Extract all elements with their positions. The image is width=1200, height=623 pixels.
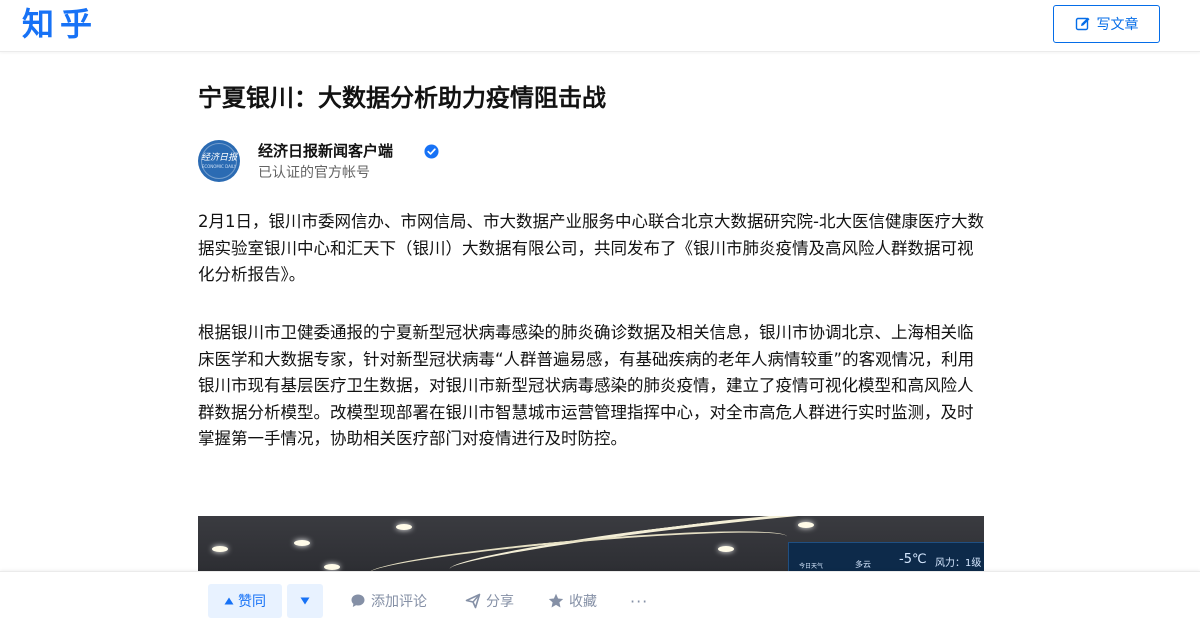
avatar-text: 经济日报 bbox=[200, 153, 237, 163]
more-options-button[interactable]: ··· bbox=[630, 584, 648, 618]
favorite-label: 收藏 bbox=[569, 594, 597, 610]
zhihu-logo[interactable]: 知乎 bbox=[22, 4, 98, 44]
triangle-up-icon bbox=[224, 597, 234, 605]
share-button[interactable]: 分享 bbox=[465, 584, 514, 618]
author-info: 经济日报 ECONOMIC DAILY 经济日报新闻客户端 已认证的官方帐号 bbox=[198, 140, 598, 184]
write-article-button[interactable]: 写文章 bbox=[1053, 5, 1160, 43]
favorite-button[interactable]: 收藏 bbox=[548, 584, 597, 618]
write-article-label: 写文章 bbox=[1096, 17, 1139, 33]
verified-badge-icon bbox=[424, 144, 439, 159]
photo-screen-label2: 多云 bbox=[855, 560, 871, 569]
photo-screen-temp: -5℃ bbox=[899, 552, 927, 567]
article-paragraph: 根据银川市卫健委通报的宁夏新型冠状病毒感染的肺炎确诊数据及相关信息，银川市协调北… bbox=[198, 323, 975, 448]
triangle-down-icon bbox=[300, 597, 310, 605]
author-description: 已认证的官方帐号 bbox=[258, 165, 370, 181]
article-paragraph: 2月1日，银川市委网信办、市网信局、市大数据产业服务中心联合北京大数据研究院-北… bbox=[198, 212, 984, 284]
add-comment-button[interactable]: 添加评论 bbox=[350, 584, 427, 618]
share-label: 分享 bbox=[486, 594, 514, 610]
star-icon bbox=[548, 593, 564, 608]
upvote-label: 赞同 bbox=[238, 594, 266, 610]
downvote-button[interactable] bbox=[287, 584, 323, 618]
avatar-subtext: ECONOMIC DAILY bbox=[201, 164, 237, 169]
author-name[interactable]: 经济日报新闻客户端 bbox=[258, 141, 393, 161]
photo-screen-label1: 今日天气 bbox=[799, 563, 824, 570]
action-bar: 赞同 添加评论 分享 收藏 ··· bbox=[0, 571, 1200, 623]
comment-icon bbox=[351, 594, 365, 607]
photo-screen-wind: 风力：1级 bbox=[935, 558, 982, 569]
edit-icon bbox=[1075, 17, 1089, 31]
upvote-button[interactable]: 赞同 bbox=[208, 584, 282, 618]
add-comment-label: 添加评论 bbox=[371, 594, 427, 610]
author-avatar[interactable]: 经济日报 ECONOMIC DAILY bbox=[198, 140, 240, 182]
top-header: 知乎 写文章 bbox=[0, 0, 1200, 52]
share-icon bbox=[465, 593, 481, 609]
more-icon: ··· bbox=[630, 591, 649, 611]
article-title: 宁夏银川：大数据分析助力疫情阻击战 bbox=[198, 84, 606, 112]
